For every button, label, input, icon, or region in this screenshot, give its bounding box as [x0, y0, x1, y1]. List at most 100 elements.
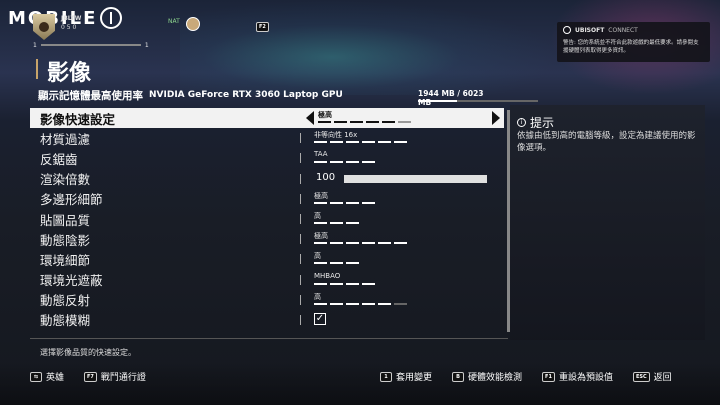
- setting-value: 極高: [314, 232, 328, 241]
- level-step: [362, 282, 375, 285]
- level-step: [362, 161, 375, 164]
- setting-value: 高: [314, 292, 321, 301]
- level-step: [314, 302, 327, 305]
- action-label[interactable]: 重設為預設值: [559, 370, 613, 383]
- row-separator: [300, 173, 301, 184]
- setting-value: MHBAO: [314, 271, 341, 280]
- scrollbar[interactable]: [507, 110, 510, 332]
- setting-row[interactable]: 反鋸齒 TAA: [30, 148, 504, 168]
- action-label[interactable]: 套用變更: [396, 370, 432, 383]
- setting-row[interactable]: 多邊形細節 極高: [30, 189, 504, 209]
- level-step: [330, 282, 343, 285]
- setting-row[interactable]: 動態反射 高: [30, 290, 504, 310]
- level-step: [314, 262, 327, 265]
- key-hint-badge[interactable]: B: [452, 371, 465, 382]
- ubisoft-brand: UBISOFT: [575, 26, 605, 34]
- level-step: [330, 242, 343, 245]
- setting-label: 反鋸齒: [40, 151, 78, 167]
- action-label[interactable]: 硬體效能檢測: [468, 370, 522, 383]
- row-separator: [300, 113, 301, 123]
- setting-label: 多邊形細節: [40, 192, 103, 208]
- row-separator: [300, 314, 301, 325]
- quality-level-indicator: [314, 201, 375, 204]
- setting-row[interactable]: 動態陰影 極高: [30, 229, 504, 249]
- settings-list: 影像快速設定 極高 材質過濾 非等向性 16x 反鋸齒 TAA 渲染倍數 100 多邊形細節 極高…: [30, 108, 504, 330]
- level-step: [394, 302, 407, 305]
- setting-label: 貼圖品質: [40, 212, 91, 228]
- key-hint-badge[interactable]: ⇆: [30, 371, 42, 382]
- action-label[interactable]: 英雄: [46, 370, 64, 383]
- vram-usage: 顯示記憶體最高使用率 NVIDIA GeForce RTX 3060 Lapto…: [38, 88, 538, 107]
- setting-row[interactable]: 動態模糊 ✓: [30, 310, 504, 330]
- level-progress-bar: [40, 44, 141, 46]
- level-step: [346, 302, 359, 305]
- ubisoft-connect-label: CONNECT: [608, 26, 638, 34]
- ubisoft-connect-notification[interactable]: UBISOFT CONNECT 警告: 您的系統並不符合此款遊戲的最低要求。請參…: [557, 22, 710, 62]
- vram-bar: [418, 100, 538, 102]
- vram-label: 顯示記憶體最高使用率: [38, 89, 143, 102]
- setting-value: 100: [316, 171, 336, 183]
- level-step: [330, 141, 343, 144]
- quality-level-indicator: [314, 262, 359, 265]
- level-step: [382, 121, 395, 123]
- info-icon: i: [517, 118, 526, 127]
- level-step: [362, 302, 375, 305]
- setting-label: 環境細節: [40, 252, 91, 268]
- level-step: [378, 302, 391, 305]
- action-label[interactable]: 返回: [654, 370, 672, 383]
- player-name: JBLTW: [61, 15, 82, 22]
- ubisoft-warning-message: 警告: 您的系統並不符合此款遊戲的最低要求。請參閱支援硬體列表取得更多資訊。: [563, 40, 699, 54]
- setting-value: 高: [314, 252, 321, 261]
- hint-title: 提示: [530, 116, 555, 130]
- key-hint-badge[interactable]: ESC: [632, 371, 650, 382]
- setting-row[interactable]: 環境光遮蔽 MHBAO: [30, 270, 504, 290]
- setting-label: 動態模糊: [40, 313, 91, 329]
- setting-row[interactable]: 影像快速設定 極高: [30, 108, 504, 129]
- level-step: [378, 242, 391, 245]
- player-emblem-icon: [33, 14, 55, 40]
- row-separator: [300, 254, 301, 265]
- row-separator: [300, 133, 301, 144]
- player-card[interactable]: JBLTW 0 5 0: [33, 14, 81, 40]
- setting-row[interactable]: 環境細節 高: [30, 249, 504, 269]
- action-label[interactable]: 戰鬥通行證: [101, 370, 146, 383]
- setting-description: 選擇影像品質的快速設定。: [40, 348, 136, 357]
- setting-label: 渲染倍數: [40, 172, 91, 188]
- key-hint-badge[interactable]: 1: [380, 371, 392, 382]
- next-option-icon[interactable]: [492, 111, 500, 125]
- render-scale-slider[interactable]: [344, 174, 487, 183]
- setting-label: 影像快速設定: [40, 111, 116, 127]
- key-hint-badge[interactable]: F7: [84, 371, 97, 382]
- level-step: [330, 161, 343, 164]
- level-step: [350, 121, 363, 123]
- level-step: [314, 161, 327, 164]
- f2-key-badge[interactable]: F2: [256, 22, 269, 32]
- setting-row[interactable]: 材質過濾 非等向性 16x: [30, 128, 504, 148]
- setting-value: 極高: [318, 111, 332, 119]
- previous-option-icon[interactable]: [306, 111, 314, 125]
- level-step: [314, 221, 327, 224]
- key-hint-badge[interactable]: F1: [542, 371, 555, 382]
- level-step: [330, 201, 343, 204]
- player-level: 1 1: [33, 42, 163, 49]
- quality-level-indicator: [314, 221, 359, 224]
- setting-value: TAA: [314, 150, 328, 159]
- level-step: [330, 221, 343, 224]
- setting-value: 高: [314, 211, 321, 220]
- level-step: [314, 201, 327, 204]
- setting-row[interactable]: 渲染倍數 100: [30, 169, 504, 189]
- friend-avatar-icon[interactable]: [186, 17, 200, 31]
- hint-text: 依據由低到高的電腦等級，設定為建議使用的影像選項。: [517, 131, 696, 153]
- quality-level-indicator: [314, 141, 407, 144]
- level-step: [346, 282, 359, 285]
- setting-row[interactable]: 貼圖品質 高: [30, 209, 504, 229]
- level-step: [362, 201, 375, 204]
- ubisoft-logo-icon: [563, 26, 571, 34]
- quality-level-indicator: [318, 121, 411, 123]
- level-step: [318, 121, 331, 123]
- row-separator: [300, 193, 301, 204]
- level-step: [362, 141, 375, 144]
- row-separator: [300, 294, 301, 305]
- level-step: [398, 121, 411, 123]
- setting-checkbox[interactable]: ✓: [314, 312, 326, 325]
